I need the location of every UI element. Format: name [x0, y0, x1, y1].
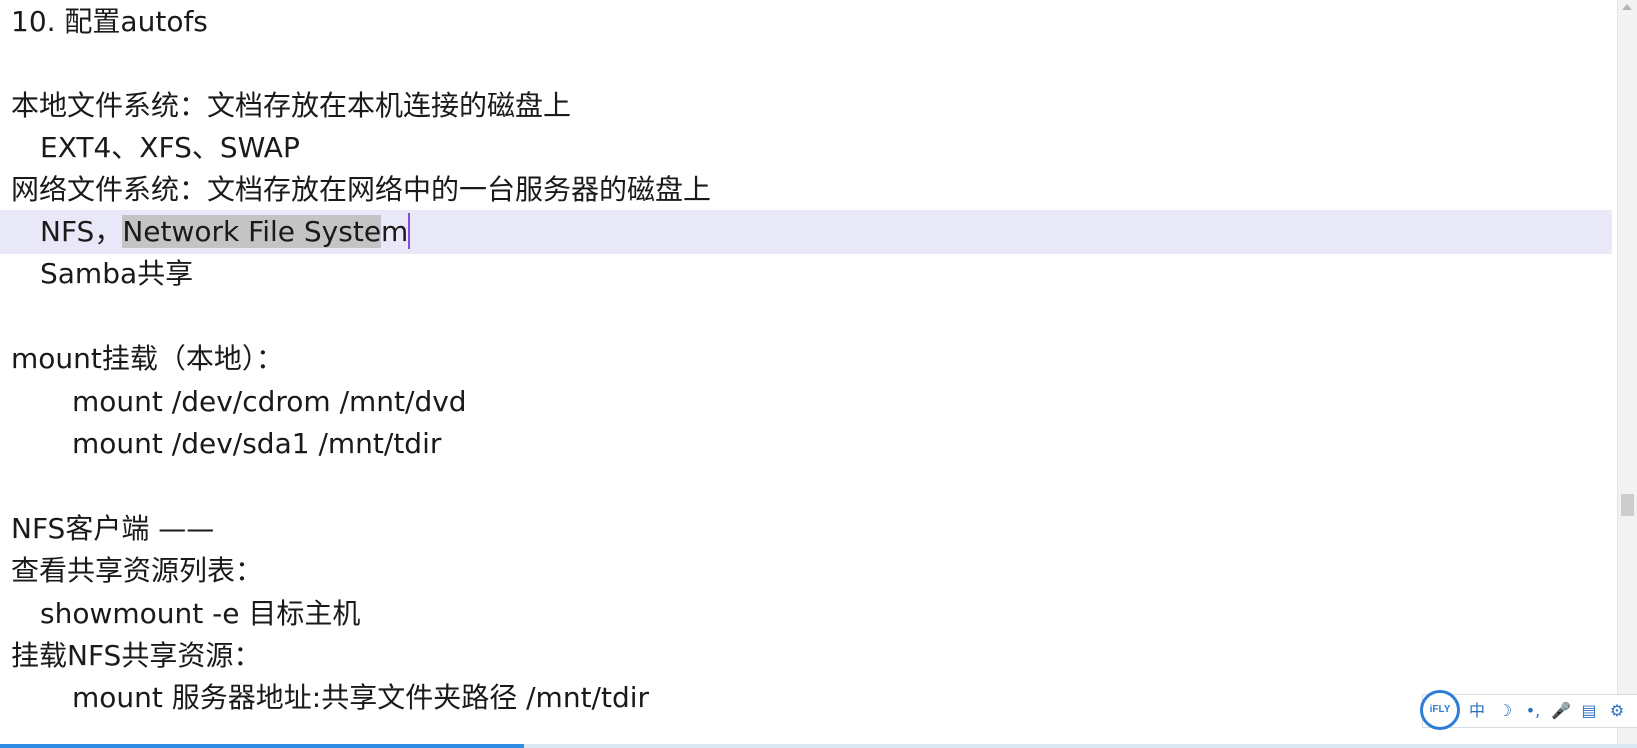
doc-line: showmount -e 目标主机	[40, 597, 361, 630]
selected-text: Network File Syste	[122, 215, 382, 248]
doc-line: mount 服务器地址:共享文件夹路径 /mnt/tdir	[72, 681, 650, 714]
vertical-scrollbar[interactable]	[1617, 0, 1637, 748]
doc-line: 挂载NFS共享资源：	[11, 639, 262, 672]
doc-line-current: NFS，Network File System	[0, 210, 1612, 254]
play-icon	[1501, 632, 1531, 672]
doc-line: EXT4、XFS、SWAP	[40, 131, 300, 164]
ear-right	[1528, 593, 1545, 615]
doc-line: Samba共享	[40, 257, 194, 290]
text-editor[interactable]: 10. 配置autofs 本地文件系统：文档存放在本机连接的磁盘上 EXT4、X…	[0, 0, 1618, 748]
line-text: NFS，	[40, 215, 123, 248]
ime-keyboard-icon[interactable]: ▤	[1578, 699, 1600, 723]
doc-line: 本地文件系统：文档存放在本机连接的磁盘上	[11, 89, 572, 122]
video-progress-fill	[0, 744, 524, 748]
scroll-up-arrow-icon[interactable]	[1622, 4, 1632, 10]
video-progress-bar[interactable]	[0, 744, 1637, 748]
ime-half-width-moon-icon[interactable]: ☽	[1494, 699, 1516, 723]
ime-settings-gear-icon[interactable]: ⚙	[1606, 699, 1628, 723]
doc-line: 查看共享资源列表：	[11, 554, 264, 587]
ime-toolbar-items: 中 ☽ •, 🎤 ▤ ⚙	[1466, 698, 1628, 724]
doc-line: mount挂载（本地）：	[11, 342, 284, 375]
ear-left	[1485, 593, 1502, 615]
line-text: m	[381, 215, 409, 248]
ime-punctuation-icon[interactable]: •,	[1522, 699, 1544, 723]
doc-line: mount /dev/sda1 /mnt/tdir	[72, 427, 442, 460]
scrollbar-thumb[interactable]	[1621, 494, 1634, 516]
doc-line: mount /dev/cdrom /mnt/dvd	[72, 385, 467, 418]
ifly-logo-icon[interactable]: iFLY	[1420, 690, 1460, 730]
doc-line-title: 10. 配置autofs	[11, 5, 208, 38]
ime-chinese-mode-icon[interactable]: 中	[1466, 699, 1488, 723]
ime-microphone-icon[interactable]: 🎤	[1550, 699, 1572, 723]
doc-line: 网络文件系统：文档存放在网络中的一台服务器的磁盘上	[11, 173, 712, 206]
doc-line: NFS客户端 ——	[11, 512, 215, 545]
tv-ears-icon	[1481, 593, 1549, 615]
video-play-button[interactable]	[1462, 593, 1566, 694]
text-caret	[408, 213, 411, 249]
